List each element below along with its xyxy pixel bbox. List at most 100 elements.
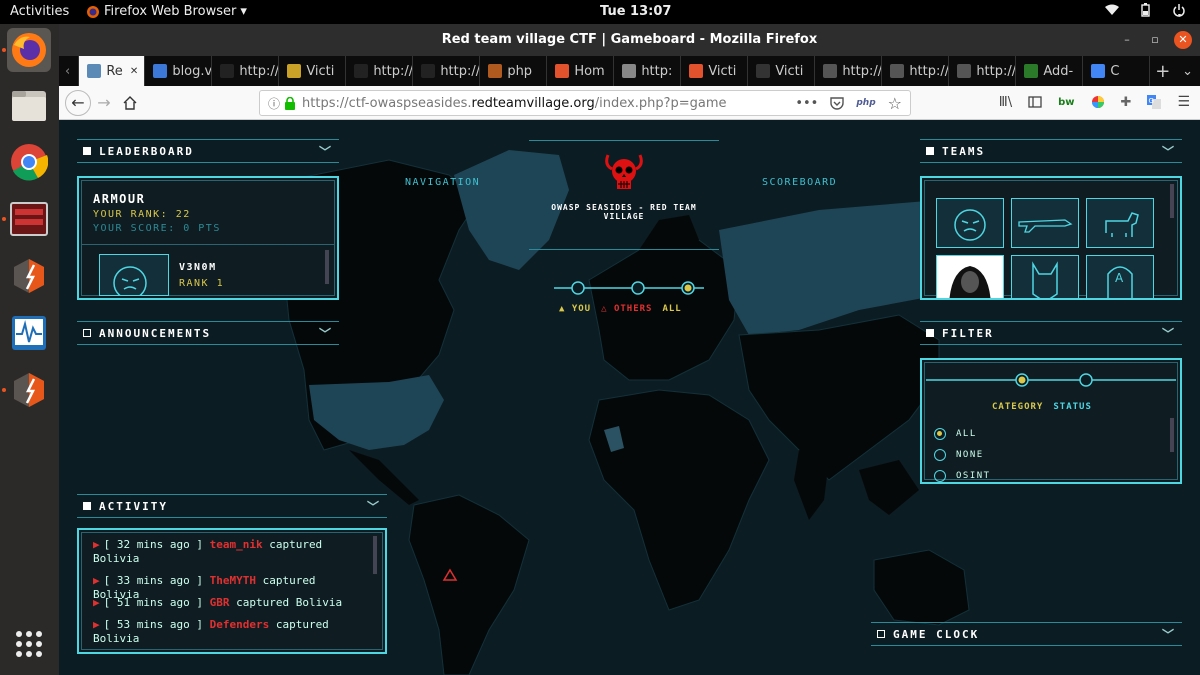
library-icon[interactable]: Ⅲ\	[999, 95, 1012, 110]
radio-icon[interactable]	[934, 428, 946, 440]
system-clock[interactable]: Tue 13:07	[600, 4, 671, 19]
minimize-button[interactable]: –	[1118, 31, 1136, 49]
url-bar[interactable]: ⓘ https://ctf-owaspseasides. redteamvilla…	[259, 90, 911, 116]
game-clock-header[interactable]: GAME CLOCK ﹀	[871, 622, 1182, 646]
dock-files[interactable]	[7, 83, 51, 127]
legend-you[interactable]: ▲ YOU	[559, 304, 591, 314]
tab-label: php	[507, 63, 533, 79]
team-card[interactable]: A	[1086, 255, 1154, 298]
activity-team[interactable]: Defenders	[210, 618, 270, 631]
browser-tab[interactable]: blog.vic	[145, 56, 213, 86]
view-slider[interactable]	[554, 278, 704, 298]
puzzle-extension-icon[interactable]: ✚	[1121, 95, 1132, 110]
filter-tab-category[interactable]: CATEGORY	[992, 402, 1043, 412]
browser-tab[interactable]: Victi	[279, 56, 347, 86]
legend-others[interactable]: △ OTHERS	[601, 304, 652, 314]
team-card[interactable]	[1011, 198, 1079, 248]
tab-label: Add-	[1043, 63, 1074, 79]
sidebar-icon[interactable]	[1028, 96, 1042, 108]
scrollbar[interactable]	[325, 250, 329, 284]
team-captain-avatar-icon: A	[1107, 266, 1133, 298]
browser-tab[interactable]: http://t	[413, 56, 481, 86]
team-card[interactable]	[1086, 198, 1154, 248]
show-applications-button[interactable]	[7, 622, 51, 666]
filter-slider[interactable]	[926, 372, 1176, 392]
svg-text:G: G	[1149, 97, 1154, 105]
filter-option[interactable]: OSINT	[934, 470, 991, 482]
dock-burp-suite-2[interactable]	[7, 368, 51, 412]
tab-list-button[interactable]: ⌄	[1175, 56, 1200, 86]
new-tab-button[interactable]: +	[1150, 56, 1175, 86]
forward-button[interactable]: →	[91, 90, 117, 116]
pocket-icon[interactable]	[830, 96, 845, 110]
browser-tab[interactable]: http://b	[212, 56, 280, 86]
tab-favicon-icon	[220, 64, 235, 78]
filter-header[interactable]: FILTER ﹀	[920, 321, 1182, 345]
filter-tab-status[interactable]: STATUS	[1053, 402, 1092, 412]
teams-header[interactable]: TEAMS ﹀	[920, 139, 1182, 163]
slider-knob-others[interactable]	[631, 281, 645, 295]
menu-icon[interactable]: ☰	[1177, 94, 1190, 110]
scrollbar[interactable]	[1170, 184, 1174, 218]
tab-close-icon[interactable]: ✕	[130, 66, 138, 77]
tab-scroll-left[interactable]: ‹	[59, 56, 80, 86]
browser-tab[interactable]: php	[480, 56, 548, 86]
browser-tab[interactable]: Victi	[748, 56, 816, 86]
radio-icon[interactable]	[934, 449, 946, 461]
announcements-header[interactable]: ANNOUNCEMENTS ﹀	[77, 321, 339, 345]
color-picker-icon[interactable]	[1091, 95, 1105, 109]
app-menu[interactable]: Firefox Web Browser ▾	[86, 4, 247, 19]
skull-logo-icon	[605, 154, 643, 189]
slider-knob-you[interactable]	[571, 281, 585, 295]
browser-tab[interactable]: http://3	[815, 56, 883, 86]
browser-tab[interactable]: Add-	[1016, 56, 1084, 86]
close-button[interactable]: ✕	[1174, 31, 1192, 49]
dock-firefox[interactable]	[7, 28, 51, 72]
browser-tab[interactable]: http:	[614, 56, 682, 86]
slider-selected-dot	[1018, 376, 1026, 384]
leaderboard-entry[interactable]	[99, 254, 169, 296]
browser-tab[interactable]: http://3	[882, 56, 950, 86]
translate-icon[interactable]: G	[1147, 95, 1162, 109]
browser-tab[interactable]: Victi	[681, 56, 749, 86]
team-card[interactable]	[936, 255, 1004, 298]
scrollbar[interactable]	[373, 536, 377, 574]
filter-option[interactable]: ALL	[934, 428, 977, 440]
leaderboard-header[interactable]: LEADERBOARD ﹀	[77, 139, 339, 163]
dock-terminal-app[interactable]	[7, 197, 51, 241]
dock-system-monitor[interactable]	[7, 311, 51, 355]
activity-team[interactable]: team_nik	[210, 538, 263, 551]
browser-tab[interactable]: C	[1083, 56, 1151, 86]
activity-header[interactable]: ACTIVITY ﹀	[77, 494, 387, 518]
maximize-button[interactable]: ▫	[1146, 31, 1164, 49]
activity-team[interactable]: TheMYTH	[210, 574, 256, 587]
system-tray[interactable]: ▾	[1105, 3, 1186, 17]
browser-tab[interactable]: http://t	[346, 56, 414, 86]
scoreboard-label[interactable]: SCOREBOARD	[762, 177, 837, 188]
page-actions-icon[interactable]: •••	[795, 96, 818, 111]
panel-square-icon	[83, 329, 91, 337]
extension-bw-icon[interactable]: bw	[1058, 97, 1074, 108]
browser-tab[interactable]: http://3	[949, 56, 1017, 86]
browser-tab[interactable]: Re ✕	[79, 56, 146, 86]
info-icon[interactable]: ⓘ	[268, 95, 280, 112]
team-hacker-avatar-icon	[949, 266, 991, 298]
activities-button[interactable]: Activities	[10, 4, 69, 19]
team-face-avatar-icon	[954, 209, 986, 241]
navigation-label[interactable]: NAVIGATION	[405, 177, 480, 188]
scrollbar[interactable]	[1170, 418, 1174, 452]
dock-chrome[interactable]	[7, 140, 51, 184]
home-button[interactable]	[117, 90, 143, 116]
filter-option[interactable]: NONE	[934, 449, 984, 461]
team-card[interactable]	[936, 198, 1004, 248]
team-card[interactable]	[1011, 255, 1079, 298]
activity-team[interactable]: GBR	[210, 596, 230, 609]
browser-tab[interactable]: Hom	[547, 56, 615, 86]
php-icon[interactable]: php	[856, 98, 875, 108]
back-button[interactable]: ←	[65, 89, 91, 116]
dock-burp-suite[interactable]	[7, 254, 51, 298]
radio-icon[interactable]	[934, 470, 946, 482]
bookmark-star-icon[interactable]: ☆	[888, 94, 902, 113]
slider-knob-status[interactable]	[1079, 373, 1093, 387]
legend-all[interactable]: ALL	[662, 304, 681, 314]
